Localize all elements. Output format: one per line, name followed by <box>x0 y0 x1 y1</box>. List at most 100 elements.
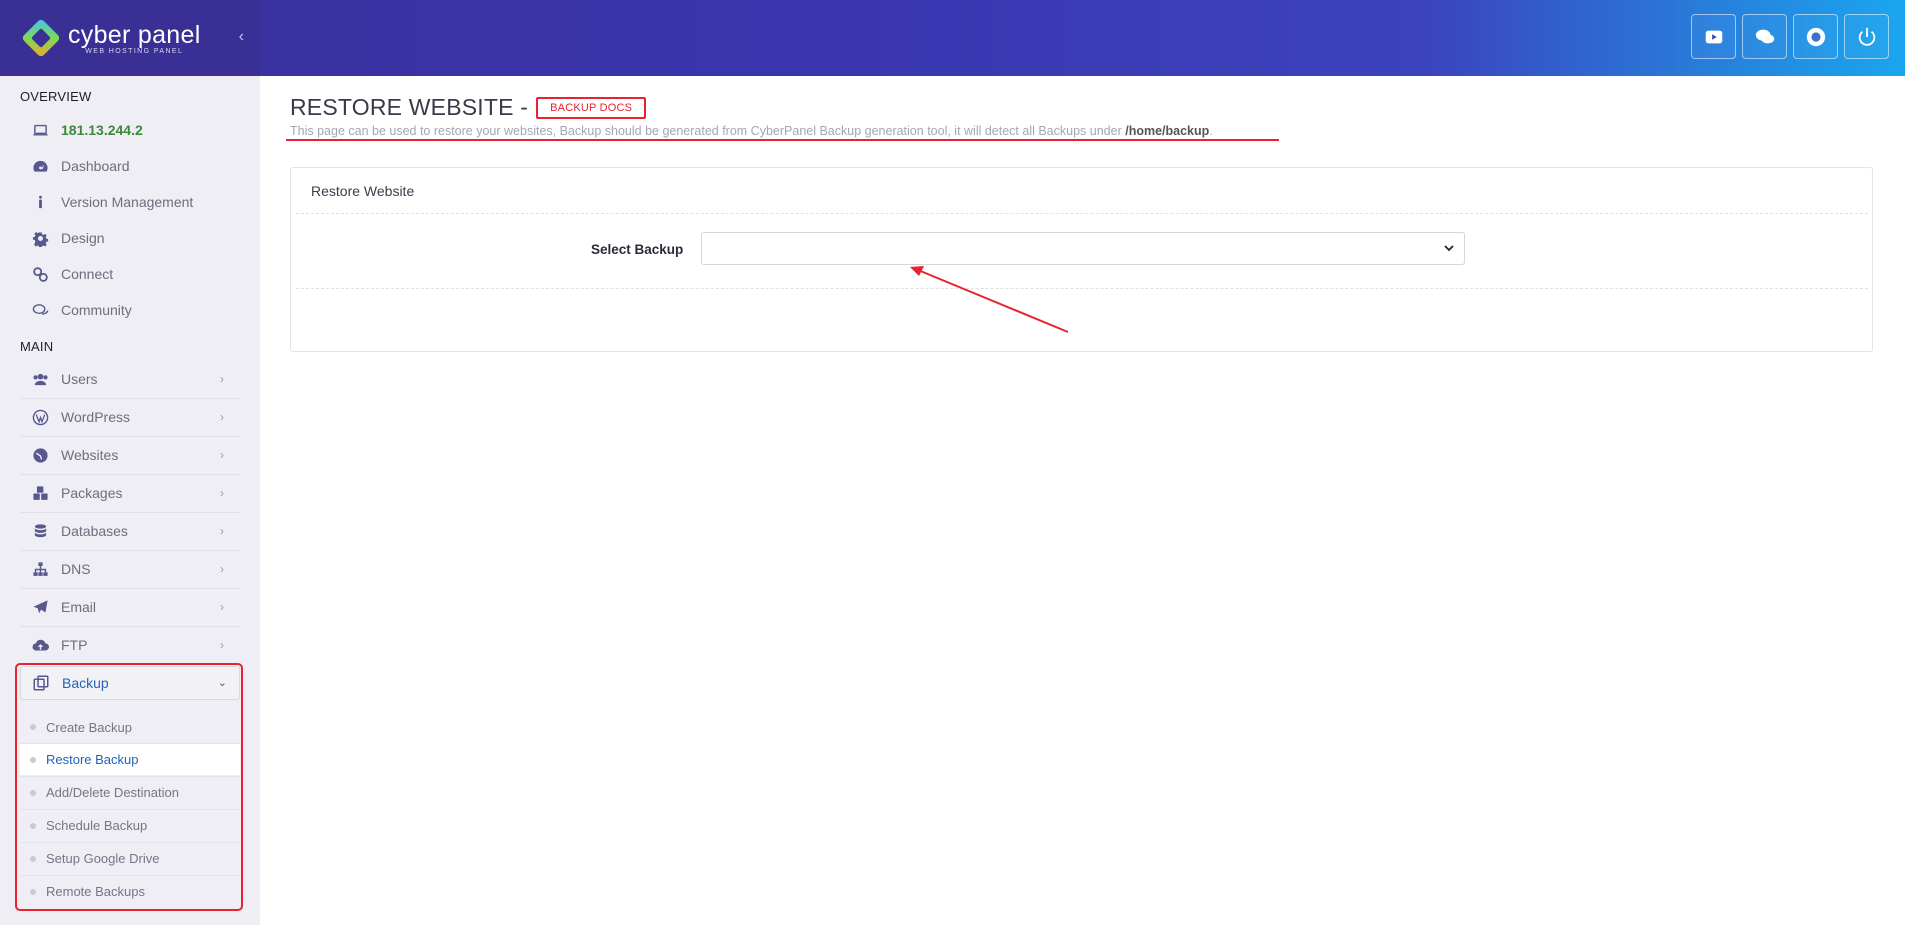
main-heading: MAIN <box>20 339 54 354</box>
sidebar-item-connect[interactable]: Connect <box>20 256 240 292</box>
info-icon <box>30 192 50 212</box>
divider <box>296 213 1868 214</box>
sidebar-item-label: Design <box>61 230 105 246</box>
sub-item-schedule-backup[interactable]: Schedule Backup <box>20 809 240 841</box>
sidebar-item-label: Backup <box>62 675 109 691</box>
sub-item-create-backup[interactable]: Create Backup <box>20 711 240 743</box>
sub-item-label: Restore Backup <box>46 752 139 767</box>
sidebar-item-dns[interactable]: DNS › <box>20 551 240 587</box>
chevron-right-icon: › <box>220 600 224 614</box>
sidebar-item-backup[interactable]: Backup ⌄ <box>20 666 240 700</box>
sidebar-item-label: 181.13.244.2 <box>61 122 143 138</box>
sidebar-item-databases[interactable]: Databases › <box>20 513 240 549</box>
support-button[interactable] <box>1793 14 1838 59</box>
bullet-icon <box>30 756 36 763</box>
select-backup-dropdown[interactable] <box>701 232 1465 265</box>
sidebar-item-label: Websites <box>61 447 119 463</box>
sitemap-icon <box>30 559 50 579</box>
sidebar-item-community[interactable]: Community <box>20 292 240 328</box>
description-path: /home/backup <box>1125 124 1210 138</box>
overview-heading: OVERVIEW <box>20 89 92 104</box>
sidebar-item-ftp[interactable]: FTP › <box>20 627 240 663</box>
sub-item-label: Remote Backups <box>46 884 145 899</box>
sidebar-item-ip[interactable]: 181.13.244.2 <box>20 112 240 148</box>
sidebar-item-label: Users <box>61 371 98 387</box>
comments-icon <box>30 300 50 320</box>
sub-item-restore-backup[interactable]: Restore Backup <box>20 743 240 775</box>
page-title: RESTORE WEBSITE - <box>290 94 529 120</box>
brand[interactable]: cyber panel WEB HOSTING PANEL ‹ <box>0 0 260 76</box>
sub-item-label: Add/Delete Destination <box>46 785 179 800</box>
backup-docs-button[interactable]: BACKUP DOCS <box>536 96 647 119</box>
sidebar-item-wordpress[interactable]: WordPress › <box>20 399 240 435</box>
sub-item-remote-backups[interactable]: Remote Backups <box>20 875 240 907</box>
select-backup-label: Select Backup <box>591 242 684 257</box>
copy-icon <box>31 673 51 693</box>
brand-name: cyber panel <box>68 21 201 49</box>
sidebar-item-label: DNS <box>61 561 91 577</box>
brand-tagline: WEB HOSTING PANEL <box>85 48 184 55</box>
youtube-button[interactable] <box>1691 14 1736 59</box>
sidebar-item-users[interactable]: Users › <box>20 361 240 397</box>
power-icon <box>1858 27 1875 46</box>
sidebar-item-websites[interactable]: Websites › <box>20 437 240 473</box>
chevron-down-icon <box>1444 245 1454 252</box>
dashboard-icon <box>30 156 50 176</box>
bullet-icon <box>30 789 36 796</box>
sidebar-item-dashboard[interactable]: Dashboard <box>20 148 240 184</box>
globe-icon <box>30 445 50 465</box>
wordpress-icon <box>30 407 50 427</box>
lifebuoy-icon <box>1806 27 1825 46</box>
laptop-icon <box>30 120 50 140</box>
card-title: Restore Website <box>311 183 415 199</box>
sidebar-item-label: Connect <box>61 266 114 282</box>
sidebar-item-label: WordPress <box>61 409 130 425</box>
cloud-upload-icon <box>30 635 50 655</box>
sidebar-item-label: Packages <box>61 485 123 501</box>
chevron-right-icon: › <box>220 448 224 462</box>
page-description: This page can be used to restore your we… <box>290 124 1213 138</box>
sub-item-label: Create Backup <box>46 719 132 735</box>
annotation-underline <box>286 139 1279 141</box>
top-bar: cyber panel WEB HOSTING PANEL ‹ <box>0 0 1905 76</box>
chevron-right-icon: › <box>220 524 224 538</box>
paper-plane-icon <box>30 597 50 617</box>
bullet-icon <box>30 822 36 829</box>
chevron-right-icon: › <box>220 410 224 424</box>
sidebar-item-label: Databases <box>61 523 128 539</box>
chevron-left-icon[interactable]: ‹ <box>239 28 244 46</box>
sidebar-item-email[interactable]: Email › <box>20 589 240 625</box>
chevron-right-icon: › <box>220 486 224 500</box>
sidebar-item-label: Community <box>61 302 132 318</box>
description-text: This page can be used to restore your we… <box>290 124 1122 138</box>
divider <box>296 288 1868 289</box>
database-icon <box>30 521 50 541</box>
sidebar-item-label: Version Management <box>61 194 194 210</box>
main-content: RESTORE WEBSITE - BACKUP DOCS This page … <box>260 76 1905 925</box>
gear-icon <box>30 228 50 248</box>
sidebar-item-label: FTP <box>61 637 88 653</box>
sub-item-setup-google-drive[interactable]: Setup Google Drive <box>20 842 240 874</box>
logout-button[interactable] <box>1844 14 1889 59</box>
sub-item-add-delete-destination[interactable]: Add/Delete Destination <box>20 776 240 808</box>
sub-item-label: Schedule Backup <box>46 818 148 833</box>
bullet-icon <box>30 855 36 862</box>
sub-item-label: Setup Google Drive <box>46 851 160 866</box>
sidebar-item-label: Dashboard <box>61 158 130 174</box>
sidebar-item-version-management[interactable]: Version Management <box>20 184 240 220</box>
youtube-icon <box>1705 30 1722 43</box>
sidebar: OVERVIEW 181.13.244.2 Dashboard Version … <box>0 76 260 925</box>
cyberpanel-logo-icon <box>21 18 61 58</box>
chevron-right-icon: › <box>220 562 224 576</box>
sidebar-item-design[interactable]: Design <box>20 220 240 256</box>
sidebar-item-label: Email <box>61 599 97 615</box>
chevron-right-icon: › <box>220 372 224 386</box>
link-icon <box>30 264 50 284</box>
chevron-right-icon: › <box>220 638 224 652</box>
bullet-icon <box>30 724 36 730</box>
sidebar-item-packages[interactable]: Packages › <box>20 475 240 511</box>
chat-icon <box>1755 29 1774 43</box>
chevron-down-icon: ⌄ <box>217 677 227 689</box>
restore-website-card: Restore Website Select Backup <box>290 167 1873 352</box>
chat-button[interactable] <box>1742 14 1787 59</box>
